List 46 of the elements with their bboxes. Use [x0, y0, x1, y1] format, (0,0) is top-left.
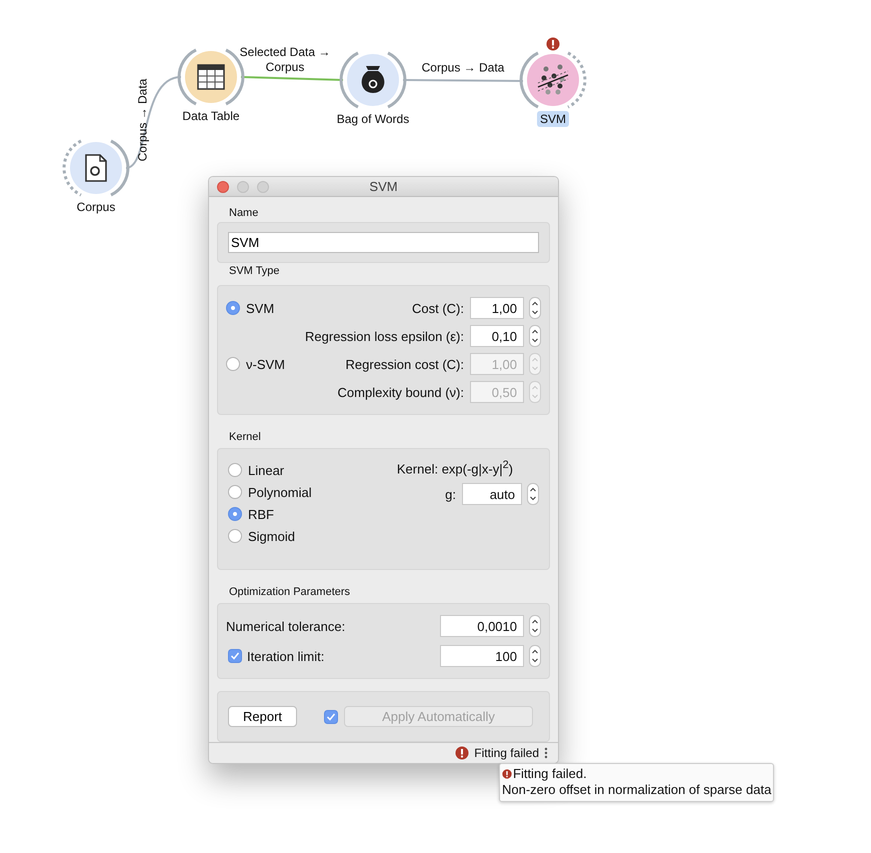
param-label: Numerical tolerance:: [226, 618, 346, 634]
node-label: Bag of Words: [336, 111, 410, 127]
status-message: Fitting failed: [474, 746, 539, 760]
node-label: SVM: [536, 111, 569, 127]
link-label: Selected Data → Corpus: [238, 45, 332, 75]
tooltip-text: Non-zero offset in normalization of sparse data: [502, 782, 772, 798]
radio-option[interactable]: Polynomial: [228, 481, 312, 504]
link-label: Corpus → Data: [136, 78, 150, 164]
param-label: Regression loss epsilon (ε):: [305, 328, 464, 344]
link-label: Corpus → Data: [420, 60, 506, 76]
close-button[interactable]: [217, 181, 229, 193]
param-label: Iteration limit:: [247, 648, 326, 664]
radio-option[interactable]: SVM: [226, 296, 274, 320]
spin-arrows-icon[interactable]: [529, 297, 541, 320]
section-title: SVM Type: [229, 265, 280, 278]
error-icon: [502, 769, 512, 779]
kernel-formula: Kernel: exp(-g|x-y|$^{2}$): [396, 459, 513, 476]
spin-arrows-icon[interactable]: [527, 483, 539, 506]
param-label: Cost (C):: [412, 300, 464, 316]
window-title: SVM: [369, 179, 398, 194]
spin-arrows-icon[interactable]: [529, 325, 541, 348]
radio-option[interactable]: Linear: [228, 459, 312, 482]
node-label: Corpus: [76, 199, 116, 215]
spin-field[interactable]: 1,00: [470, 297, 524, 320]
spin-field[interactable]: 0,10: [470, 325, 524, 348]
radio-option[interactable]: ν-SVM: [226, 352, 285, 376]
spin-field[interactable]: 0,0010: [440, 615, 524, 638]
param-label: g:: [445, 486, 456, 502]
section-title: Name: [229, 207, 258, 220]
spin-arrows-icon[interactable]: [529, 615, 541, 638]
radio-option[interactable]: RBF: [228, 503, 312, 526]
section-title: Optimization Parameters: [229, 586, 350, 598]
more-icon[interactable]: [544, 747, 548, 760]
error-icon: [455, 746, 470, 760]
node-label: Data Table: [181, 108, 241, 124]
param-label: Regression cost (C):: [346, 356, 464, 372]
name-field[interactable]: SVM: [228, 232, 539, 254]
param-label: Complexity bound (ν):: [338, 384, 464, 400]
spin-field[interactable]: auto: [462, 483, 522, 506]
radio-option[interactable]: Sigmoid: [228, 525, 312, 548]
checkbox[interactable]: [228, 649, 242, 664]
section-title: Kernel: [229, 431, 261, 444]
report-button[interactable]: Report: [228, 706, 298, 728]
spin-arrows-icon[interactable]: [529, 645, 541, 668]
spin-field[interactable]: 100: [440, 645, 524, 668]
tooltip-text: Fitting failed.: [513, 766, 587, 782]
